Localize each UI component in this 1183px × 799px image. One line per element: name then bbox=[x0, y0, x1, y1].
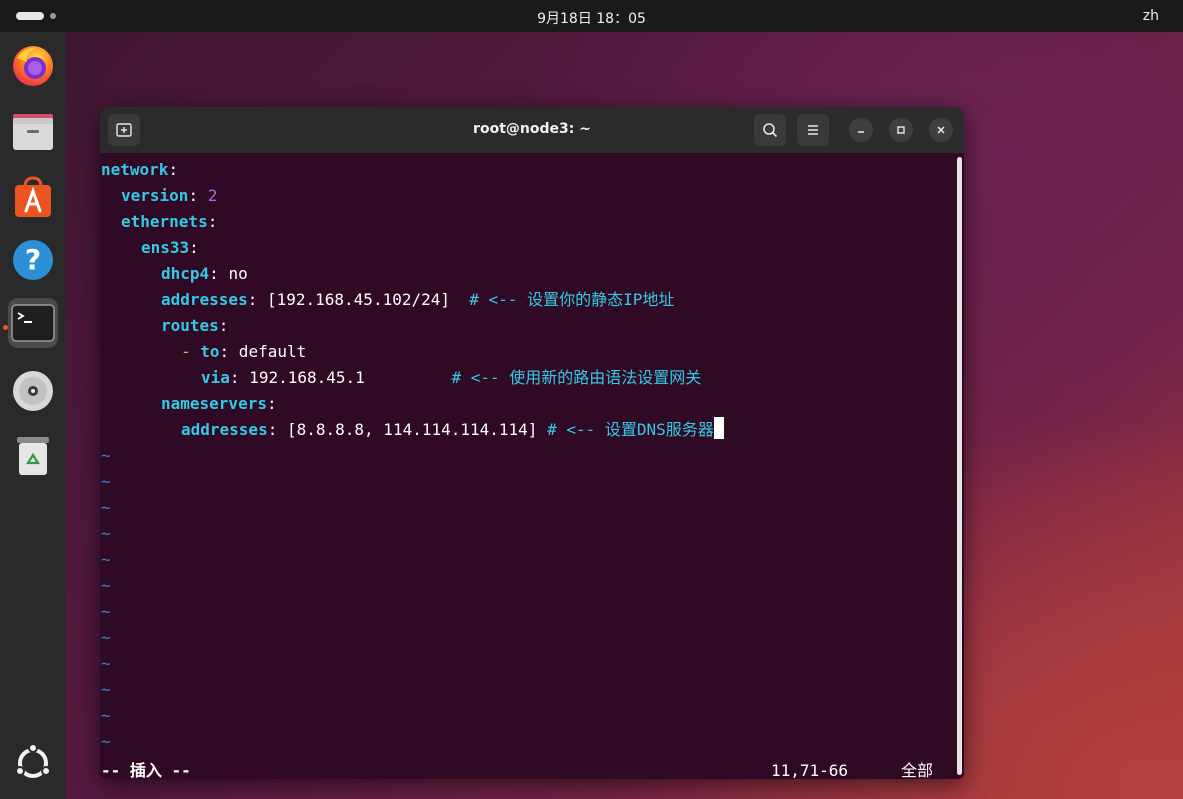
maximize-button[interactable] bbox=[889, 118, 913, 142]
dock-item-disc[interactable] bbox=[8, 366, 58, 416]
dock-item-firefox[interactable] bbox=[8, 41, 58, 91]
window-title: root@node3: ~ bbox=[473, 121, 591, 137]
code-line: version: 2 bbox=[121, 186, 218, 205]
menu-button[interactable] bbox=[797, 114, 829, 146]
code-line: ethernets: bbox=[121, 212, 218, 231]
clock[interactable]: 9月18日 18：05 bbox=[0, 8, 1183, 28]
vim-status-line: -- 插入 -- 11,71-66 全部 bbox=[101, 758, 941, 779]
title-bar[interactable]: root@node3: ~ bbox=[100, 107, 964, 153]
close-button[interactable] bbox=[929, 118, 953, 142]
disc-icon bbox=[11, 369, 55, 413]
terminal-icon bbox=[11, 301, 55, 345]
dock-item-app-center[interactable] bbox=[8, 172, 58, 222]
text-cursor bbox=[713, 417, 724, 439]
empty-line-marker: ~ bbox=[101, 446, 111, 465]
search-button[interactable] bbox=[754, 114, 786, 146]
hamburger-menu-icon bbox=[808, 125, 818, 135]
search-icon bbox=[763, 123, 778, 138]
empty-line-marker: ~ bbox=[101, 498, 111, 517]
mode-indicator: -- 插入 -- bbox=[101, 761, 191, 779]
scrollbar[interactable] bbox=[957, 157, 962, 775]
show-apps-button[interactable] bbox=[8, 738, 58, 788]
empty-line-marker: ~ bbox=[101, 706, 111, 725]
code-line: network: bbox=[101, 160, 179, 179]
empty-line-marker: ~ bbox=[101, 628, 111, 647]
empty-line-marker: ~ bbox=[101, 654, 111, 673]
code-line: addresses: [192.168.45.102/24] # <-- 设置你… bbox=[161, 290, 675, 309]
minimize-button[interactable] bbox=[849, 118, 873, 142]
terminal-content[interactable]: network: version: 2 ethernets: ens33: dh… bbox=[100, 153, 956, 779]
code-line: dhcp4: no bbox=[161, 264, 248, 283]
empty-line-marker: ~ bbox=[101, 472, 111, 491]
code-line: nameservers: bbox=[161, 394, 277, 413]
code-line: addresses: [8.8.8.8, 114.114.114.114] # … bbox=[181, 417, 724, 443]
empty-line-marker: ~ bbox=[101, 524, 111, 543]
minimize-icon bbox=[858, 131, 864, 133]
empty-line-marker: ~ bbox=[101, 576, 111, 595]
dock-item-files[interactable] bbox=[8, 107, 58, 157]
code-line: ens33: bbox=[141, 238, 199, 257]
firefox-icon bbox=[11, 44, 55, 88]
dock: ? bbox=[0, 32, 66, 799]
app-center-icon bbox=[11, 175, 55, 219]
code-line: via: 192.168.45.1 # <-- 使用新的路由语法设置网关 bbox=[201, 368, 702, 387]
files-icon bbox=[11, 110, 55, 154]
maximize-icon bbox=[897, 126, 905, 134]
empty-line-marker: ~ bbox=[101, 602, 111, 621]
close-icon bbox=[937, 126, 945, 134]
terminal-window[interactable]: root@node3: ~ network: version: 2 ethern… bbox=[100, 107, 964, 779]
dock-item-terminal[interactable] bbox=[8, 298, 58, 348]
empty-line-marker: ~ bbox=[101, 680, 111, 699]
help-icon: ? bbox=[11, 238, 55, 282]
top-bar: 9月18日 18：05 zh bbox=[0, 0, 1183, 32]
ubuntu-logo-icon bbox=[11, 741, 55, 785]
dock-item-trash[interactable] bbox=[8, 430, 58, 480]
trash-icon bbox=[11, 433, 55, 477]
empty-line-marker: ~ bbox=[101, 550, 111, 569]
empty-line-marker: ~ bbox=[101, 732, 111, 751]
code-line: - to: default bbox=[181, 342, 307, 361]
cursor-position: 11,71-66 bbox=[771, 761, 849, 779]
svg-text:?: ? bbox=[25, 243, 41, 276]
scroll-position: 全部 bbox=[901, 761, 934, 779]
input-method-indicator[interactable]: zh bbox=[1143, 8, 1159, 24]
dock-item-help[interactable]: ? bbox=[8, 235, 58, 285]
code-line: routes: bbox=[161, 316, 229, 335]
